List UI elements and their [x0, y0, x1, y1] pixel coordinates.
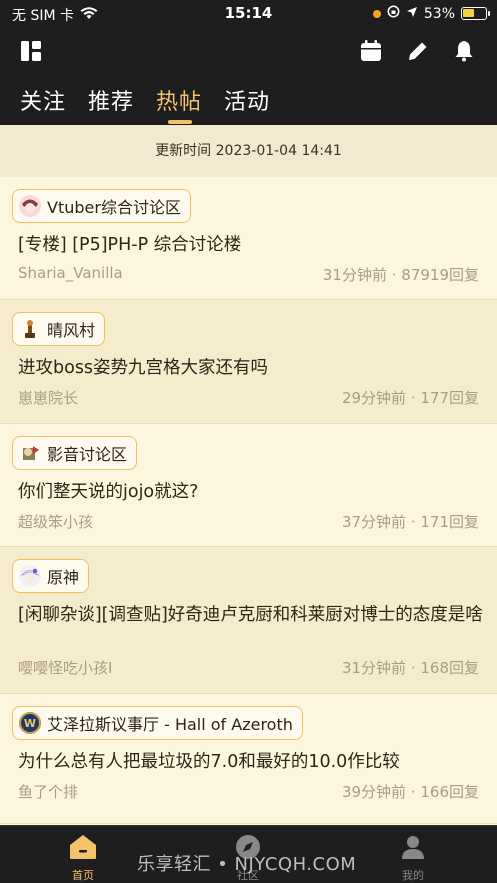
- post-meta: 鱼了个排 39分钟前 · 166回复: [18, 781, 479, 802]
- tab-label: 活动: [224, 90, 271, 115]
- forum-avatar-icon: [19, 195, 41, 217]
- bell-icon[interactable]: [449, 36, 479, 66]
- post-meta: 嘤嘤怪吃小孩I 31分钟前 · 168回复: [18, 657, 479, 678]
- home-icon: [69, 835, 97, 863]
- post-stats: 31分钟前 · 168回复: [341, 659, 479, 677]
- forum-avatar-icon: W: [19, 712, 41, 734]
- nav-label: 首页: [72, 869, 94, 882]
- post-card[interactable]: 晴风村 进攻boss姿势九宫格大家还有吗 崽崽院长 29分钟前 · 177回复: [0, 300, 497, 424]
- pencil-icon[interactable]: [403, 36, 433, 66]
- update-time-banner: 更新时间 2023-01-04 14:41: [0, 125, 497, 177]
- nav-label: 我的: [402, 869, 424, 882]
- lock-rotation-icon: [387, 5, 400, 22]
- post-title: [闲聊杂谈][调查贴]好奇迪卢克厨和科莱厨对博士的态度是啥: [18, 605, 483, 625]
- battery-icon: [461, 7, 490, 20]
- app-header: 无 SIM 卡 15:14 53% 关注 推荐 热帖 活动: [0, 0, 497, 125]
- forum-tag[interactable]: W 艾泽拉斯议事厅 - Hall of Azeroth: [12, 706, 303, 740]
- post-meta: 崽崽院长 29分钟前 · 177回复: [18, 387, 479, 408]
- tab-following[interactable]: 关注: [20, 84, 66, 122]
- post-author[interactable]: 嘤嘤怪吃小孩I: [18, 657, 112, 678]
- status-bar: 无 SIM 卡 15:14 53%: [0, 0, 497, 28]
- tab-bar: 关注 推荐 热帖 活动: [20, 84, 270, 124]
- forum-tag[interactable]: 原神: [12, 559, 90, 593]
- post-author[interactable]: 崽崽院长: [18, 387, 78, 408]
- post-title: 你们整天说的jojo就这?: [18, 482, 199, 502]
- toolbar: [0, 36, 497, 68]
- forum-tag[interactable]: 晴风村: [12, 312, 106, 346]
- post-stats: 39分钟前 · 166回复: [341, 783, 479, 801]
- post-stats: 37分钟前 · 171回复: [341, 513, 479, 531]
- watermark: 乐享轻汇 • NJYCQH.COM: [137, 854, 357, 875]
- post-stats: 29分钟前 · 177回复: [341, 389, 479, 407]
- tab-hot-posts[interactable]: 热帖: [156, 84, 203, 124]
- post-meta: 超级笨小孩 37分钟前 · 171回复: [18, 511, 479, 532]
- post-author[interactable]: 鱼了个排: [18, 781, 78, 802]
- forum-name: 艾泽拉斯议事厅 - Hall of Azeroth: [47, 715, 293, 734]
- post-card[interactable]: W 艾泽拉斯议事厅 - Hall of Azeroth 为什么总有人把最垃圾的7…: [0, 694, 497, 824]
- forum-name: 原神: [47, 568, 80, 587]
- battery-fill: [463, 9, 474, 17]
- nav-home[interactable]: 首页: [53, 834, 113, 883]
- status-right: 53%: [372, 5, 490, 22]
- location-icon: [406, 6, 418, 22]
- forum-name: 晴风村: [47, 321, 96, 340]
- grid-icon[interactable]: [16, 36, 46, 66]
- tab-recommended[interactable]: 推荐: [88, 84, 134, 122]
- post-meta: Sharia_Vanilla 31分钟前 · 87919回复: [18, 264, 479, 285]
- battery-tip: [488, 11, 490, 16]
- forum-tag[interactable]: 影音讨论区: [12, 436, 138, 470]
- calendar-icon[interactable]: [356, 36, 386, 66]
- post-title: 进攻boss姿势九宫格大家还有吗: [18, 358, 269, 378]
- svg-text:W: W: [24, 717, 36, 730]
- post-card[interactable]: 原神 [闲聊杂谈][调查贴]好奇迪卢克厨和科莱厨对博士的态度是啥 嘤嘤怪吃小孩I…: [0, 547, 497, 694]
- forum-avatar-icon: [19, 442, 41, 464]
- post-feed: Vtuber综合讨论区 [专楼] [P5]PH-P 综合讨论楼 Sharia_V…: [0, 177, 497, 824]
- recording-dot-icon: [372, 9, 381, 18]
- tab-label: 热帖: [156, 90, 203, 115]
- active-tab-indicator: [168, 120, 193, 124]
- forum-name: Vtuber综合讨论区: [47, 198, 181, 217]
- post-stats: 31分钟前 · 87919回复: [322, 266, 479, 284]
- tab-events[interactable]: 活动: [224, 84, 270, 122]
- post-card[interactable]: 影音讨论区 你们整天说的jojo就这? 超级笨小孩 37分钟前 · 171回复: [0, 424, 497, 547]
- battery-percent: 53%: [423, 5, 455, 22]
- post-title: 为什么总有人把最垃圾的7.0和最好的10.0作比较: [18, 752, 400, 772]
- tab-label: 关注: [20, 90, 67, 115]
- post-title: [专楼] [P5]PH-P 综合讨论楼: [18, 235, 242, 255]
- forum-tag[interactable]: Vtuber综合讨论区: [12, 189, 191, 223]
- forum-avatar-icon: [19, 565, 41, 587]
- forum-avatar-icon: [19, 318, 41, 340]
- profile-icon: [400, 836, 426, 863]
- forum-name: 影音讨论区: [47, 445, 128, 464]
- post-card[interactable]: Vtuber综合讨论区 [专楼] [P5]PH-P 综合讨论楼 Sharia_V…: [0, 177, 497, 300]
- post-author[interactable]: Sharia_Vanilla: [18, 264, 123, 285]
- nav-profile[interactable]: 我的: [383, 834, 443, 883]
- tab-label: 推荐: [88, 90, 135, 115]
- post-author[interactable]: 超级笨小孩: [18, 511, 93, 532]
